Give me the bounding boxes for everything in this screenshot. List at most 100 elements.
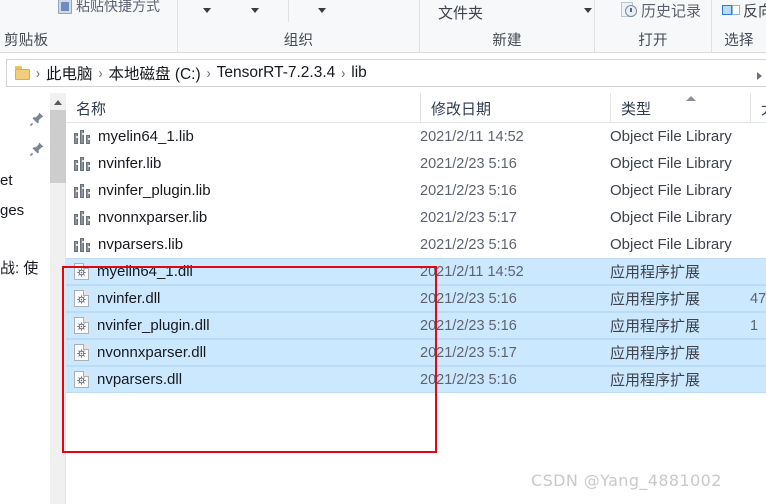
file-date-cell: 2021/2/23 5:16	[420, 155, 517, 172]
column-header-date[interactable]: 修改日期	[420, 93, 610, 123]
file-name-cell: nvinfer.dll	[66, 290, 160, 307]
nav-item-2[interactable]: 战: 使	[0, 257, 38, 278]
column-header-size-label: 大	[761, 98, 766, 119]
file-date-cell: 2021/2/23 5:16	[420, 236, 517, 253]
ribbon-divider	[288, 0, 289, 22]
file-date-cell: 2021/2/11 14:52	[420, 263, 524, 280]
pin-icon-2	[29, 141, 45, 157]
table-row[interactable]: myelin64_1.dll 2021/2/11 14:52 应用程序扩展	[66, 258, 766, 285]
breadcrumb-item-lib[interactable]: lib	[346, 64, 372, 82]
breadcrumb-separator-0: ›	[36, 64, 40, 82]
file-name-label: nvonnxparser.lib	[98, 209, 208, 226]
table-row[interactable]: nvparsers.lib 2021/2/23 5:16 Object File L…	[66, 231, 766, 258]
table-row[interactable]: nvinfer.lib 2021/2/23 5:16 Object File Lib…	[66, 150, 766, 177]
file-name-label: nvinfer.lib	[98, 155, 162, 172]
breadcrumb-chevron-right-icon[interactable]	[757, 72, 762, 80]
file-type-cell: Object File Library	[610, 128, 732, 145]
rename-chevron-down-icon[interactable]	[318, 8, 326, 13]
history-button[interactable]: 历史记录	[621, 0, 701, 21]
nav-item-1[interactable]: ges	[0, 202, 24, 219]
invert-selection-button[interactable]: 反向	[722, 0, 766, 21]
file-name-label: nvinfer_plugin.lib	[98, 182, 211, 199]
file-name-label: myelin64_1.lib	[98, 128, 194, 145]
file-explorer-window: 粘贴快捷方式 剪贴板 组织 文件夹 新建 历史记录 打开 反向 选择 › 此电脑…	[0, 0, 766, 504]
folder-icon	[15, 66, 32, 80]
dll-icon	[74, 317, 89, 334]
invert-selection-icon	[722, 4, 740, 18]
file-name-label: nvparsers.lib	[98, 236, 184, 253]
ribbon-group-title-organize: 组织	[283, 33, 314, 49]
lib-icon	[74, 210, 90, 225]
file-date-cell: 2021/2/23 5:16	[420, 317, 517, 334]
pin-icon-1	[29, 111, 45, 127]
move-to-chevron-down-icon[interactable]	[203, 8, 211, 13]
file-date-cell: 2021/2/23 5:16	[420, 371, 517, 388]
navigation-pane: et ges 战: 使	[0, 93, 50, 504]
breadcrumb-item-this-pc[interactable]: 此电脑	[41, 62, 98, 84]
table-row[interactable]: nvinfer_plugin.dll 2021/2/23 5:16 应用程序扩展 1	[66, 312, 766, 339]
breadcrumb-item-local-disk[interactable]: 本地磁盘 (C:)	[104, 62, 206, 84]
navigation-pane-scrollbar[interactable]	[50, 93, 66, 504]
column-header-type[interactable]: 类型	[610, 93, 750, 123]
history-icon	[621, 2, 638, 19]
table-row[interactable]: myelin64_1.lib 2021/2/11 14:52 Object File…	[66, 123, 766, 150]
file-name-cell: myelin64_1.dll	[66, 263, 193, 280]
file-name-cell: myelin64_1.lib	[66, 128, 194, 145]
paste-shortcut-label: 粘贴快捷方式	[76, 0, 160, 14]
breadcrumb-separator-1: ›	[98, 64, 103, 82]
watermark-text: CSDN @Yang_4881002	[531, 471, 722, 490]
address-bar: › 此电脑 › 本地磁盘 (C:) › TensorRT-7.2.3.4 › l…	[0, 53, 766, 93]
column-header-size[interactable]: 大	[750, 93, 766, 123]
copy-to-chevron-down-icon[interactable]	[251, 8, 259, 13]
column-header-name[interactable]: 名称	[66, 93, 420, 123]
file-type-cell: Object File Library	[610, 236, 732, 253]
file-name-label: myelin64_1.dll	[97, 263, 193, 280]
sort-ascending-icon	[686, 96, 696, 101]
column-header-row: 名称 修改日期 类型 大	[66, 93, 766, 123]
ribbon-group-title-clipboard: 剪贴板	[4, 33, 49, 49]
file-name-label: nvinfer.dll	[97, 290, 161, 307]
ribbon-group-select: 反向 选择	[712, 0, 766, 52]
file-name-cell: nvinfer.lib	[66, 155, 161, 172]
table-row[interactable]: nvonnxparser.dll 2021/2/23 5:17 应用程序扩展	[66, 339, 766, 366]
dll-icon	[74, 263, 89, 280]
invert-selection-label: 反向	[743, 3, 766, 20]
file-date-cell: 2021/2/23 5:17	[420, 209, 517, 226]
file-type-cell: Object File Library	[610, 182, 732, 199]
file-rows-container: myelin64_1.lib 2021/2/11 14:52 Object File…	[66, 123, 766, 504]
new-item-chevron-down-icon[interactable]	[584, 8, 592, 13]
table-row[interactable]: nvonnxparser.lib 2021/2/23 5:17 Object Fil…	[66, 204, 766, 231]
new-folder-button[interactable]: 文件夹	[438, 2, 483, 23]
file-type-cell: 应用程序扩展	[610, 318, 701, 335]
breadcrumb[interactable]: › 此电脑 › 本地磁盘 (C:) › TensorRT-7.2.3.4 › l…	[6, 59, 766, 87]
file-type-cell: 应用程序扩展	[610, 291, 701, 308]
new-folder-label: 文件夹	[438, 5, 484, 22]
scrollbar-thumb[interactable]	[50, 110, 66, 183]
table-row[interactable]: nvparsers.dll 2021/2/23 5:16 应用程序扩展	[66, 366, 766, 393]
table-row[interactable]: nvinfer_plugin.lib 2021/2/23 5:16 Object F…	[66, 177, 766, 204]
file-name-cell: nvparsers.dll	[66, 371, 182, 388]
file-name-cell: nvinfer_plugin.lib	[66, 182, 211, 199]
ribbon-group-title-select: 选择	[724, 33, 754, 49]
scroll-up-arrow-icon[interactable]	[50, 93, 66, 110]
ribbon-group-title-open: 打开	[638, 33, 668, 49]
column-header-name-label: 名称	[76, 100, 107, 118]
file-date-cell: 2021/2/23 5:16	[420, 290, 517, 307]
ribbon-group-organize: 组织	[178, 0, 420, 52]
table-row[interactable]: nvinfer.dll 2021/2/23 5:16 应用程序扩展 47	[66, 285, 766, 312]
file-date-cell: 2021/2/23 5:16	[420, 182, 517, 199]
paste-shortcut-button[interactable]: 粘贴快捷方式	[58, 0, 160, 16]
file-type-cell: 应用程序扩展	[610, 264, 701, 281]
column-header-type-label: 类型	[621, 100, 652, 118]
file-name-cell: nvonnxparser.dll	[66, 344, 206, 361]
ribbon-group-title-new: 新建	[492, 33, 522, 49]
ribbon-group-open: 历史记录 打开	[595, 0, 712, 52]
file-size-cell: 47	[750, 290, 766, 307]
breadcrumb-item-tensorrt[interactable]: TensorRT-7.2.3.4	[212, 64, 341, 82]
dll-icon	[74, 371, 89, 388]
file-name-label: nvonnxparser.dll	[97, 344, 207, 361]
file-name-cell: nvinfer_plugin.dll	[66, 317, 210, 334]
nav-item-0[interactable]: et	[0, 172, 13, 189]
file-name-label: nvinfer_plugin.dll	[97, 317, 210, 334]
file-name-cell: nvonnxparser.lib	[66, 209, 207, 226]
